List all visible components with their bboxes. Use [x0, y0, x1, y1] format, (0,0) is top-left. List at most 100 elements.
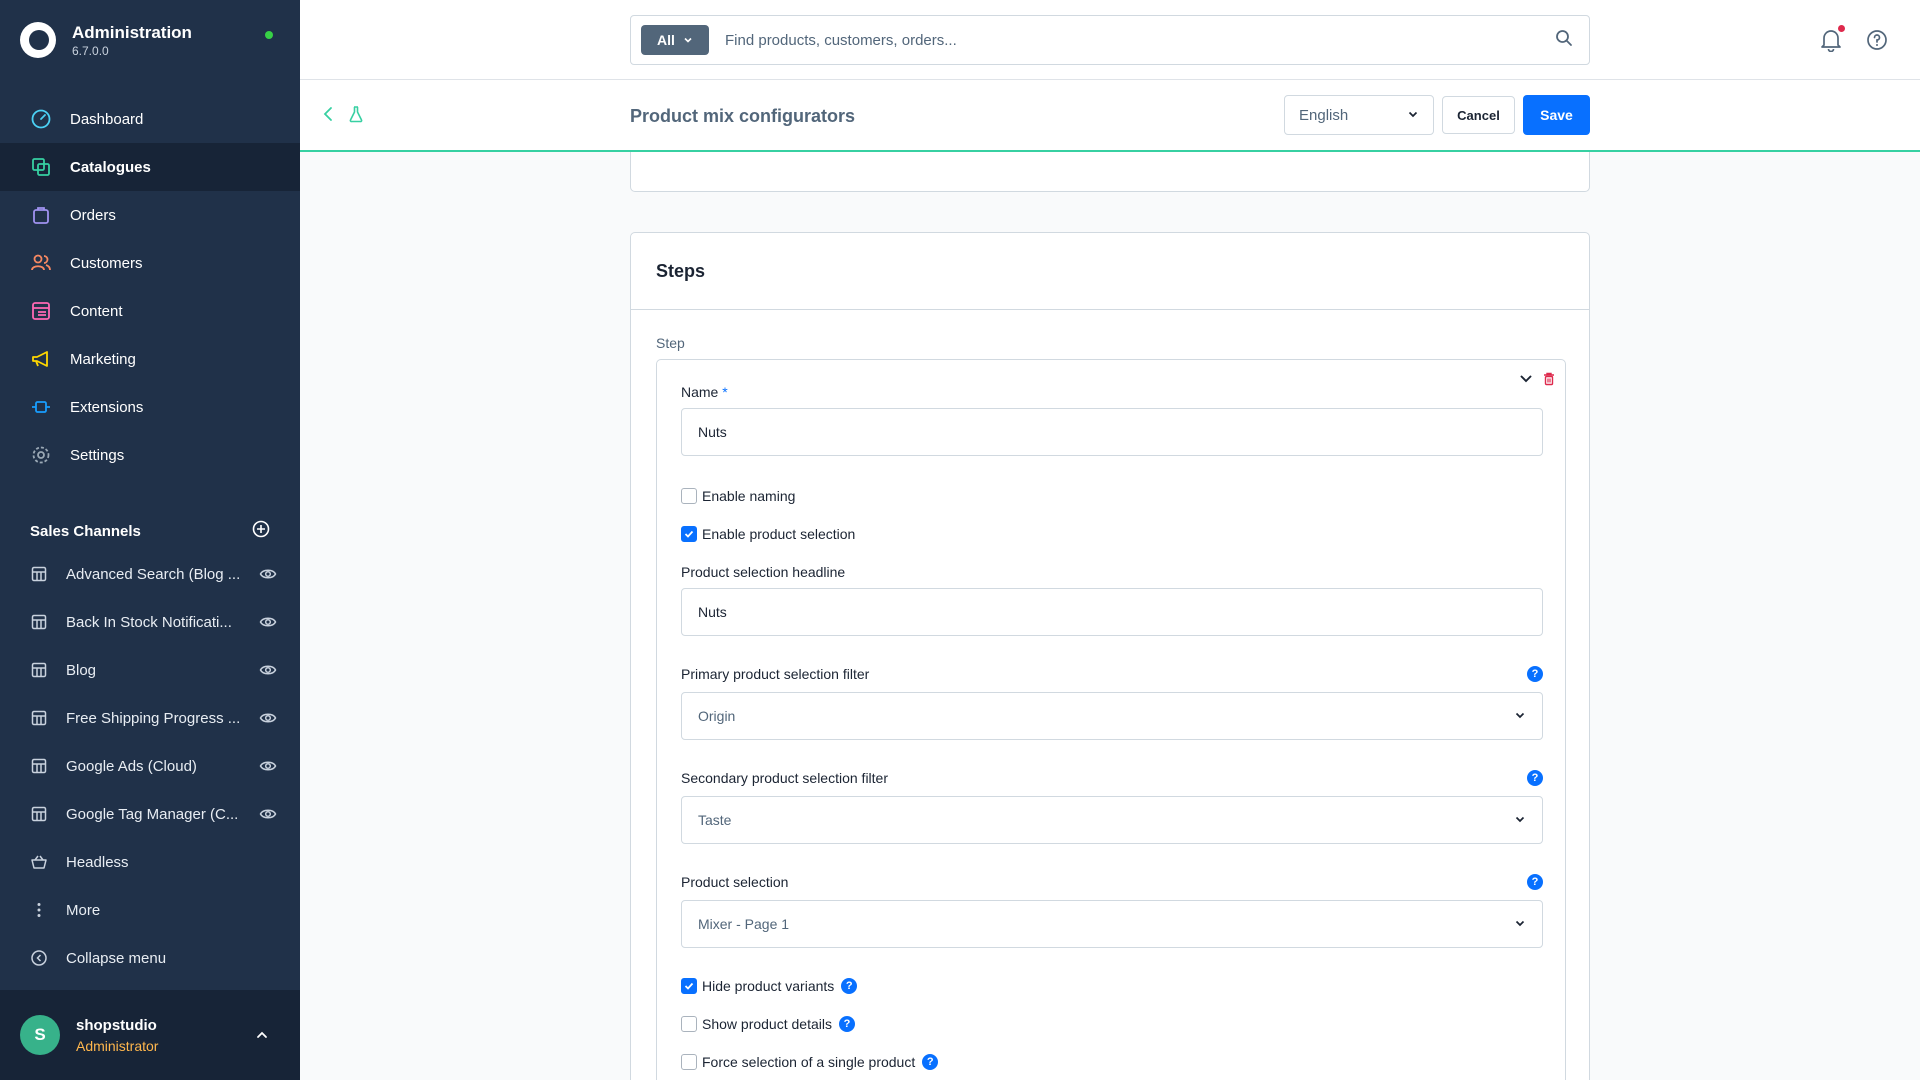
nav-label: Customers: [70, 254, 143, 272]
cancel-button[interactable]: Cancel: [1442, 96, 1515, 134]
storefront-icon: [30, 613, 48, 631]
add-sales-channel-icon[interactable]: [252, 520, 270, 542]
megaphone-icon: [30, 348, 52, 370]
storefront-icon: [30, 661, 48, 679]
sales-channel-item[interactable]: Back In Stock Notificati...: [0, 598, 300, 646]
main-nav: Dashboard Catalogues Orders Customers Co…: [0, 95, 300, 479]
hide-variants-checkbox[interactable]: [681, 978, 697, 994]
user-menu[interactable]: S shopstudio Administrator: [0, 990, 300, 1080]
secondary-filter-select[interactable]: Taste: [681, 796, 1543, 844]
primary-filter-select[interactable]: Origin: [681, 692, 1543, 740]
sales-channel-item[interactable]: Free Shipping Progress ...: [0, 694, 300, 742]
help-icon[interactable]: ?: [1527, 770, 1543, 786]
sales-channel-item[interactable]: Advanced Search (Blog ...: [0, 550, 300, 598]
card-title: Steps: [656, 261, 706, 281]
secondary-filter-value: Taste: [698, 812, 732, 828]
name-value: Nuts: [698, 424, 727, 440]
help-icon[interactable]: ?: [1527, 666, 1543, 682]
nav-item-dashboard[interactable]: Dashboard: [0, 95, 300, 143]
name-input[interactable]: Nuts: [681, 408, 1543, 456]
help-icon[interactable]: ?: [841, 978, 858, 994]
save-button[interactable]: Save: [1523, 95, 1590, 135]
show-details-checkbox[interactable]: [681, 1016, 697, 1032]
previous-card: [630, 152, 1590, 192]
search-input[interactable]: [725, 31, 1555, 49]
nav-item-marketing[interactable]: Marketing: [0, 335, 300, 383]
nav-item-extensions[interactable]: Extensions: [0, 383, 300, 431]
headline-input[interactable]: Nuts: [681, 588, 1543, 636]
search-type-select[interactable]: All: [641, 25, 709, 55]
content-icon: [30, 300, 52, 322]
brand[interactable]: Administration 6.7.0.0: [20, 22, 192, 58]
shopware-logo-icon: [20, 22, 56, 58]
chevron-down-icon: [1514, 708, 1526, 724]
sales-channel-item[interactable]: Headless: [0, 838, 300, 886]
trash-icon[interactable]: [1543, 372, 1555, 391]
headline-value: Nuts: [698, 604, 727, 620]
sales-channel-label: Free Shipping Progress ...: [66, 709, 241, 727]
sales-channel-item[interactable]: Google Tag Manager (C...: [0, 790, 300, 838]
chevron-up-icon[interactable]: [255, 1028, 269, 1047]
enable-naming-checkbox[interactable]: [681, 488, 697, 504]
language-select[interactable]: English: [1284, 95, 1434, 135]
bell-icon[interactable]: [1820, 28, 1842, 57]
force-single-label: Force selection of a single product: [702, 1054, 916, 1070]
force-single-row[interactable]: Force selection of a single product ?: [681, 1054, 939, 1070]
chevron-down-icon: [1514, 916, 1526, 932]
chevron-left-icon[interactable]: [320, 105, 336, 128]
enable-product-selection-row[interactable]: Enable product selection: [681, 526, 855, 542]
product-selection-select[interactable]: Mixer - Page 1: [681, 900, 1543, 948]
collapse-menu-item[interactable]: Collapse menu: [0, 934, 300, 982]
sales-channel-label: Google Ads (Cloud): [66, 757, 197, 775]
sales-channels-header: Sales Channels: [30, 520, 270, 542]
help-icon[interactable]: ?: [838, 1016, 855, 1032]
sales-channel-label: Advanced Search (Blog ...: [66, 565, 241, 583]
hide-variants-label: Hide product variants: [702, 978, 835, 994]
nav-label: Dashboard: [70, 110, 144, 128]
nav-item-content[interactable]: Content: [0, 287, 300, 335]
more-item[interactable]: More: [0, 886, 300, 934]
eye-icon[interactable]: [259, 709, 277, 727]
smart-bar: Product mix configurators English Cancel…: [300, 80, 1920, 152]
headline-label: Product selection headline: [681, 564, 846, 580]
nav-item-catalogues[interactable]: Catalogues: [0, 143, 300, 191]
basket-icon: [30, 853, 48, 871]
show-details-row[interactable]: Show product details ?: [681, 1016, 855, 1032]
sales-channel-item[interactable]: Google Ads (Cloud): [0, 742, 300, 790]
top-bar: All: [300, 0, 1920, 80]
search-icon[interactable]: [1555, 29, 1573, 52]
collapse-icon: [30, 949, 48, 967]
help-icon[interactable]: ?: [1527, 874, 1543, 890]
eye-icon[interactable]: [259, 805, 277, 823]
chevron-down-icon: [1407, 107, 1419, 124]
hide-variants-row[interactable]: Hide product variants ?: [681, 978, 858, 994]
primary-filter-value: Origin: [698, 708, 736, 724]
enable-product-selection-label: Enable product selection: [702, 526, 856, 542]
force-single-checkbox[interactable]: [681, 1054, 697, 1070]
eye-icon[interactable]: [259, 757, 277, 775]
language-value: English: [1299, 106, 1349, 124]
eye-icon[interactable]: [259, 565, 277, 583]
nav-item-orders[interactable]: Orders: [0, 191, 300, 239]
nav-label: Extensions: [70, 398, 144, 416]
sales-channel-item[interactable]: Blog: [0, 646, 300, 694]
more-vertical-icon: [30, 901, 48, 919]
storefront-icon: [30, 805, 48, 823]
eye-icon[interactable]: [259, 661, 277, 679]
chevron-down-icon: [683, 32, 693, 48]
enable-naming-row[interactable]: Enable naming: [681, 488, 795, 504]
collapse-label: Collapse menu: [66, 949, 167, 967]
chevron-down-icon[interactable]: [1519, 372, 1533, 391]
help-icon[interactable]: [1866, 29, 1888, 56]
user-name: shopstudio: [76, 1016, 157, 1034]
chevron-down-icon: [1514, 812, 1526, 828]
gauge-icon: [30, 108, 52, 130]
help-icon[interactable]: ?: [922, 1054, 939, 1070]
enable-product-selection-checkbox[interactable]: [681, 526, 697, 542]
sales-channels-title: Sales Channels: [30, 522, 141, 540]
checkmark-icon: [684, 982, 694, 990]
nav-item-customers[interactable]: Customers: [0, 239, 300, 287]
eye-icon[interactable]: [259, 613, 277, 631]
storefront-icon: [30, 565, 48, 583]
nav-item-settings[interactable]: Settings: [0, 431, 300, 479]
